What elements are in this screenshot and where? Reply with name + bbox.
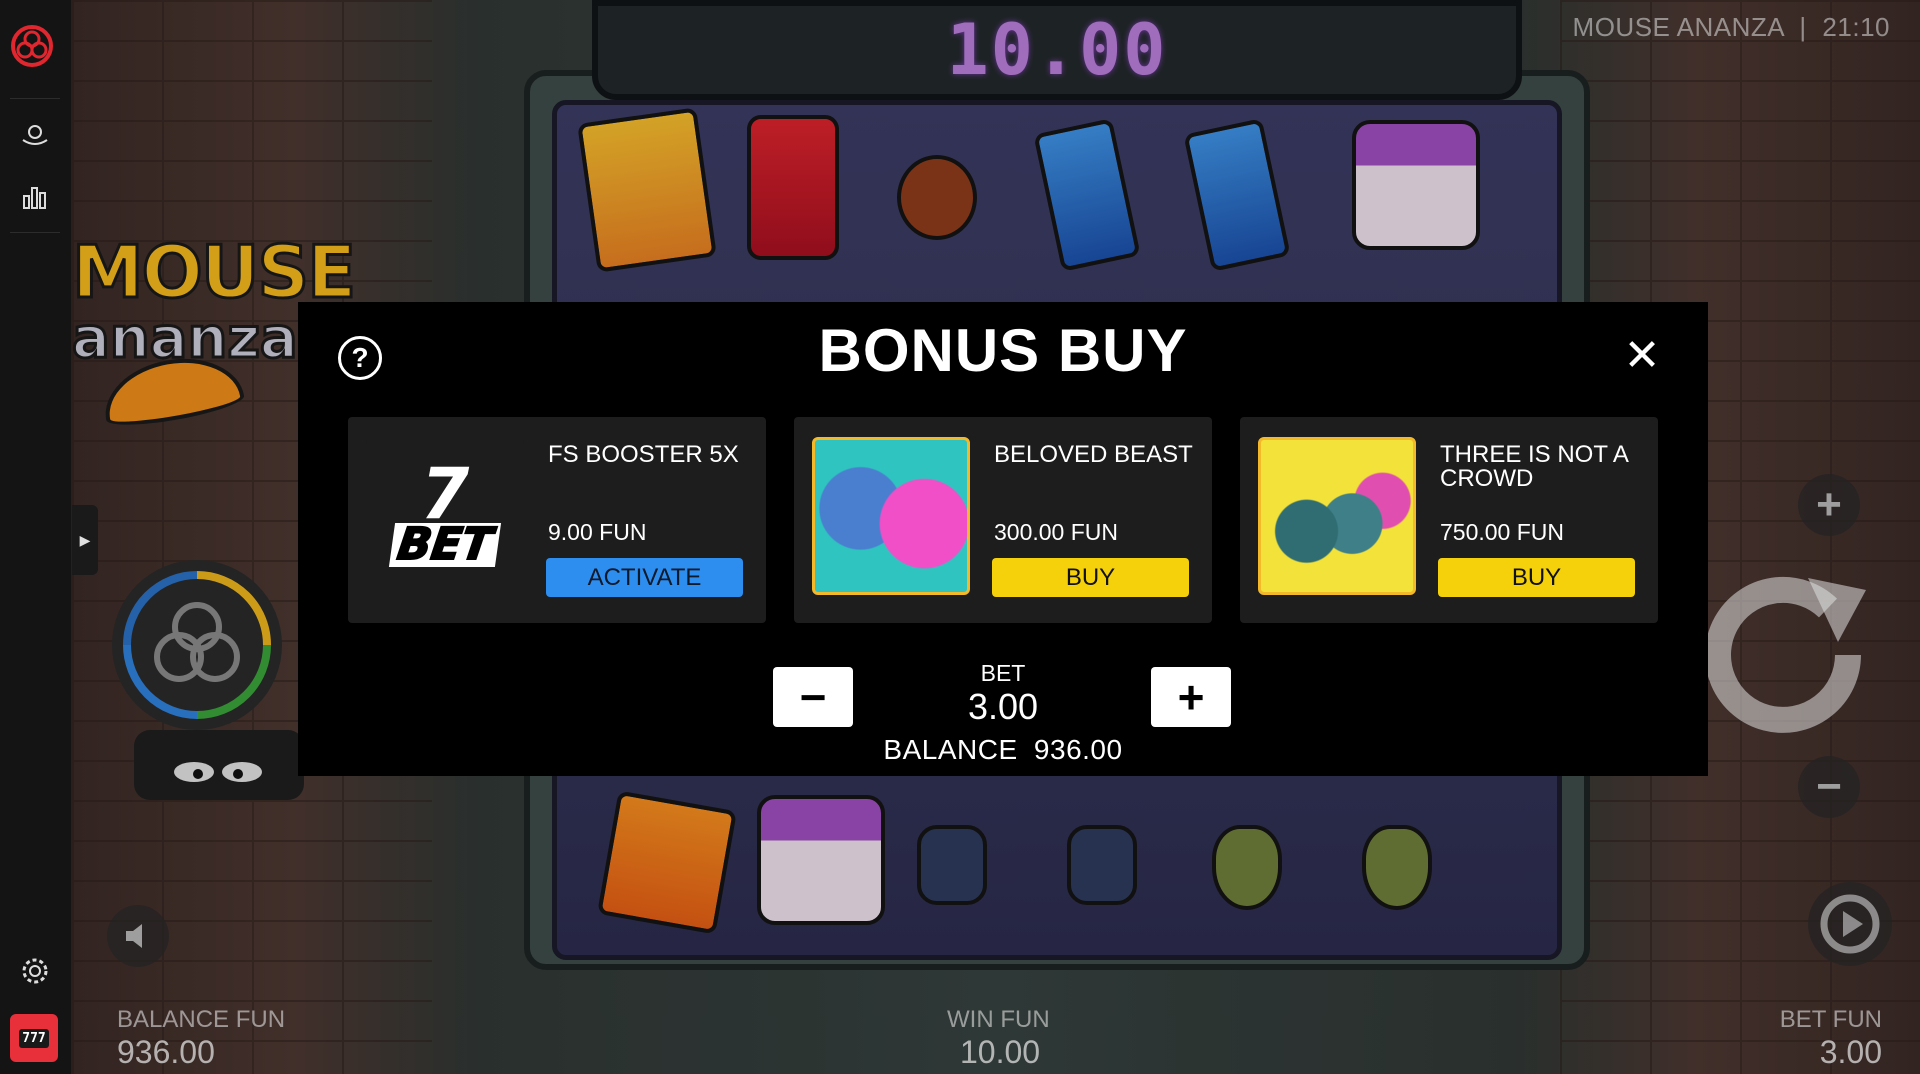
close-button[interactable]: ✕ (1622, 331, 1662, 380)
slot-machine-icon[interactable]: 777 (10, 1014, 58, 1062)
bet-plus-button[interactable]: + (1151, 667, 1231, 727)
buy-button[interactable]: BUY (992, 558, 1189, 597)
three-is-not-a-crowd-art (1258, 437, 1416, 595)
card-price: 9.00 FUN (548, 519, 647, 545)
bet-value: 3.00 (967, 686, 1039, 727)
sidebar-divider (10, 232, 60, 233)
card-name: BELOVED BEAST (994, 441, 1193, 468)
balance-label: BALANCE (883, 734, 1018, 765)
bar-chart-icon[interactable] (20, 182, 50, 212)
close-icon: ✕ (1623, 331, 1661, 380)
gear-icon[interactable] (20, 956, 50, 986)
7bet-logo-seven: 7 (420, 453, 470, 535)
beloved-beast-art (812, 437, 970, 595)
bet-label: BET (980, 660, 1026, 686)
launcher-sidebar: 777 (0, 0, 72, 1074)
bonus-card-fs-booster: 7 BET FS BOOSTER 5X 9.00 FUN ACTIVATE (348, 417, 766, 623)
bonus-card-beloved-beast: BELOVED BEAST 300.00 FUN BUY (794, 417, 1212, 623)
bonus-buy-modal: ? BONUS BUY ✕ 7 BET FS BOOSTER 5X 9.00 F… (298, 302, 1708, 776)
card-name: THREE IS NOT A CROWD (1440, 441, 1628, 492)
sidebar-divider (10, 98, 60, 99)
7bet-logo: 7 BET (366, 437, 524, 595)
7bet-logo-bet: BET (389, 518, 501, 571)
modal-title: BONUS BUY (818, 317, 1188, 384)
bonus-card-three-is-not-a-crowd: THREE IS NOT A CROWD 750.00 FUN BUY (1240, 417, 1658, 623)
ball-on-hand-icon[interactable] (20, 122, 50, 152)
card-name: FS BOOSTER 5X (548, 441, 739, 468)
plus-icon: + (1177, 671, 1205, 723)
buy-button[interactable]: BUY (1438, 558, 1635, 597)
casino-logo-icon[interactable] (10, 24, 54, 68)
slot-app-label: 777 (19, 1028, 49, 1048)
card-price: 750.00 FUN (1440, 519, 1565, 545)
activate-button[interactable]: ACTIVATE (546, 558, 743, 597)
balance-line: BALANCE 936.00 (298, 734, 1708, 766)
card-price: 300.00 FUN (994, 519, 1119, 545)
balance-value: 936.00 (1033, 734, 1123, 765)
